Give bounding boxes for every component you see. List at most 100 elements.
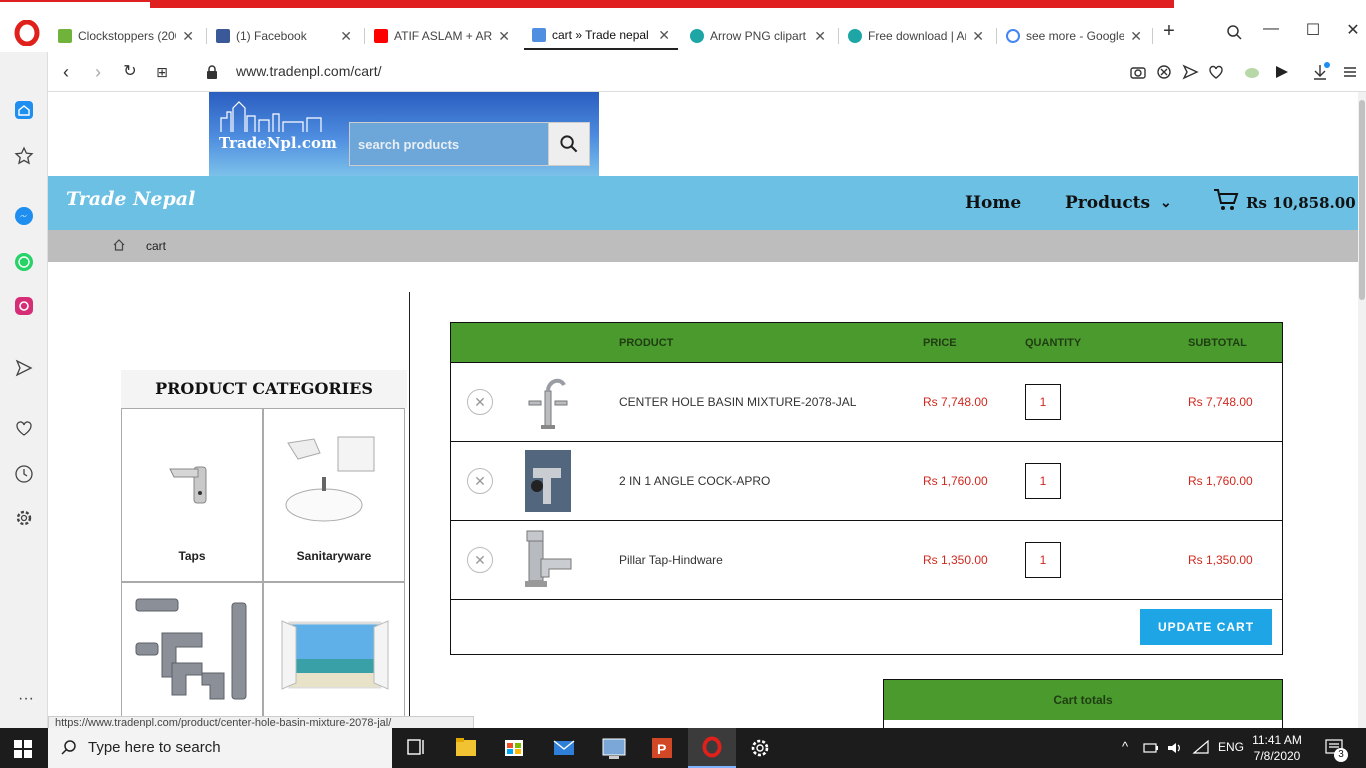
tab-youtube[interactable]: ATIF ASLAM + ARIJ ✕	[366, 22, 518, 50]
cart-total-amount[interactable]: Rs 10,858.00	[1246, 194, 1356, 212]
remove-item-icon[interactable]: ✕	[467, 468, 493, 494]
whatsapp-icon[interactable]	[14, 252, 34, 272]
opera-taskbar-icon[interactable]	[688, 728, 736, 768]
tab-clockstoppers[interactable]: Clockstoppers (2002 ✕	[50, 22, 202, 50]
close-tab-icon[interactable]: ✕	[498, 28, 510, 45]
file-explorer-icon[interactable]	[442, 728, 490, 768]
instagram-icon[interactable]	[14, 296, 34, 316]
nav-products[interactable]: Products	[1065, 193, 1150, 213]
home-icon[interactable]	[14, 100, 34, 120]
breadcrumb-home-icon[interactable]	[112, 238, 126, 252]
site-logo-text[interactable]: TradeNpl.com	[219, 134, 337, 152]
quantity-input[interactable]: 1	[1025, 463, 1061, 499]
quantity-input[interactable]: 1	[1025, 542, 1061, 578]
taskbar-search-input[interactable]: Type here to search	[48, 728, 392, 768]
cart-table-header: PRODUCT PRICE QUANTITY SUBTOTAL	[451, 323, 1282, 363]
tab-facebook[interactable]: (1) Facebook ✕	[208, 22, 360, 50]
page-scrollbar-thumb[interactable]	[1359, 100, 1365, 300]
category-sanitaryware[interactable]: Sanitaryware	[263, 408, 405, 582]
windows-start-icon[interactable]	[14, 740, 32, 758]
product-name-link[interactable]: CENTER HOLE BASIN MIXTURE-2078-JAL	[619, 395, 856, 409]
update-cart-button[interactable]: UPDATE CART	[1140, 609, 1272, 645]
tab-arrow-png[interactable]: Arrow PNG clipart i ✕	[682, 22, 834, 50]
player-icon[interactable]	[1272, 62, 1292, 82]
battery-icon[interactable]	[1142, 739, 1160, 757]
clock[interactable]: 11:41 AM 7/8/2020	[1248, 732, 1306, 764]
close-tab-icon[interactable]: ✕	[814, 28, 826, 45]
search-icon[interactable]	[548, 122, 590, 166]
vpn-icon[interactable]	[1242, 62, 1262, 82]
forward-icon[interactable]: ›	[86, 60, 110, 84]
tab-cart-trade-nepal[interactable]: cart » Trade nepal ✕	[524, 22, 678, 50]
close-tab-icon[interactable]: ✕	[1130, 28, 1142, 45]
messenger-icon[interactable]	[14, 206, 34, 226]
maximize-button[interactable]: ☐	[1298, 20, 1328, 42]
column-header-product: PRODUCT	[619, 337, 674, 349]
new-tab-button[interactable]: +	[1154, 20, 1184, 42]
cart-totals-heading: Cart totals	[884, 680, 1282, 720]
back-icon[interactable]: ‹	[54, 60, 78, 84]
settings-gear-icon[interactable]	[14, 508, 34, 528]
category-taps[interactable]: Taps	[121, 408, 263, 582]
history-icon[interactable]	[14, 464, 34, 484]
star-icon[interactable]	[14, 146, 34, 166]
column-divider	[409, 292, 410, 728]
address-bar: ‹ › ↻ ⊞ www.tradenpl.com/cart/	[48, 52, 1366, 92]
product-thumbnail[interactable]	[515, 371, 579, 435]
quantity-input[interactable]: 1	[1025, 384, 1061, 420]
tab-google[interactable]: see more - Google ✕	[998, 22, 1150, 50]
task-view-icon[interactable]	[392, 728, 440, 768]
close-tab-icon[interactable]: ✕	[658, 27, 670, 44]
lock-icon[interactable]	[206, 65, 218, 79]
download-icon[interactable]	[1310, 62, 1330, 82]
product-thumbnail[interactable]	[515, 450, 579, 514]
remove-item-icon[interactable]: ✕	[467, 389, 493, 415]
close-window-button[interactable]: ✕	[1338, 20, 1366, 42]
pipe-fittings-image	[135, 598, 247, 700]
url-field[interactable]: www.tradenpl.com/cart/	[236, 63, 382, 79]
minimize-button[interactable]: —	[1256, 20, 1286, 42]
close-tab-icon[interactable]: ✕	[340, 28, 352, 45]
camera-icon[interactable]	[1128, 62, 1148, 82]
clock-date: 7/8/2020	[1253, 749, 1301, 763]
sanitaryware-image	[285, 436, 375, 522]
remove-item-icon[interactable]: ✕	[467, 547, 493, 573]
tab-separator	[1152, 28, 1153, 44]
adblock-icon[interactable]	[1154, 62, 1174, 82]
category-pipes[interactable]	[121, 582, 263, 728]
send-icon[interactable]	[1180, 62, 1200, 82]
heart-icon[interactable]	[1206, 62, 1226, 82]
nav-home[interactable]: Home	[965, 193, 1021, 213]
brand-logo[interactable]: Trade Nepal	[66, 188, 195, 210]
product-name-link[interactable]: 2 IN 1 ANGLE COCK-APRO	[619, 474, 770, 488]
network-app-icon[interactable]	[590, 728, 638, 768]
opera-menu-icon[interactable]	[14, 20, 40, 46]
cart-icon[interactable]	[1212, 186, 1240, 214]
powerpoint-icon[interactable]: P	[638, 728, 686, 768]
more-icon[interactable]: ···	[18, 690, 34, 708]
product-name-link[interactable]: Pillar Tap-Hindware	[619, 553, 723, 567]
tray-chevron-up-icon[interactable]: ^	[1122, 739, 1128, 754]
reload-icon[interactable]: ↻	[118, 60, 142, 84]
search-tabs-icon[interactable]	[1220, 22, 1250, 44]
wifi-icon[interactable]	[1192, 739, 1210, 757]
language-indicator[interactable]: ENG	[1218, 740, 1244, 754]
close-tab-icon[interactable]: ✕	[972, 28, 984, 45]
easy-setup-icon[interactable]	[1340, 62, 1360, 82]
favorites-heart-icon[interactable]	[14, 418, 34, 438]
volume-icon[interactable]	[1166, 739, 1184, 757]
product-thumbnail[interactable]	[515, 529, 579, 593]
main-navbar: Trade Nepal Home Products ⌄ Rs 10,858.00	[48, 176, 1358, 230]
tab-free-download[interactable]: Free download | Ar ✕	[840, 22, 992, 50]
chevron-down-icon[interactable]: ⌄	[1160, 195, 1172, 211]
settings-gear-icon[interactable]	[736, 728, 784, 768]
speed-dial-icon[interactable]: ⊞	[150, 60, 174, 84]
my-flow-icon[interactable]	[14, 358, 34, 378]
search-icon	[61, 740, 76, 755]
mail-icon[interactable]	[540, 728, 588, 768]
close-tab-icon[interactable]: ✕	[182, 28, 194, 45]
category-window-decor[interactable]	[263, 582, 405, 728]
product-search-input[interactable]: search products	[349, 122, 549, 166]
store-icon[interactable]	[490, 728, 538, 768]
tab-separator	[838, 28, 839, 44]
